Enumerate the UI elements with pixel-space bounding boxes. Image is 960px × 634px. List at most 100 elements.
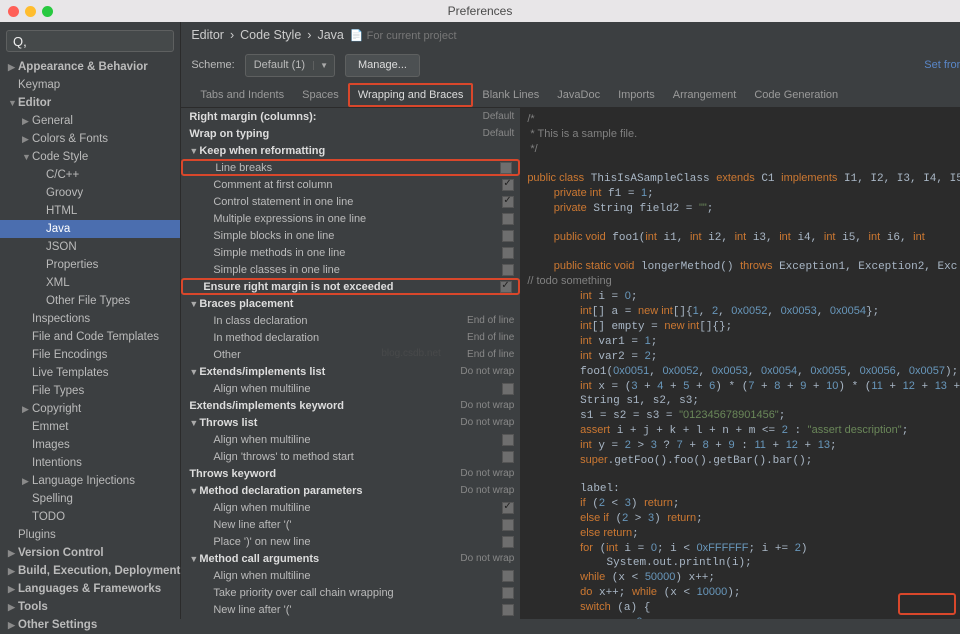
- window-controls: [8, 6, 53, 17]
- option-ensure-right-margin-is-not-exceeded[interactable]: Ensure right margin is not exceeded: [181, 278, 520, 295]
- maximize-icon[interactable]: [42, 6, 53, 17]
- option-multiple-expressions-in-one-line[interactable]: Multiple expressions in one line: [181, 210, 520, 227]
- sidebar-item-json[interactable]: JSON: [0, 238, 180, 256]
- option-align-throws-to-method-start[interactable]: Align 'throws' to method start: [181, 448, 520, 465]
- option-take-priority-over-call-chain-wrapping[interactable]: Take priority over call chain wrapping: [181, 584, 520, 601]
- option-new-line-after-[interactable]: New line after '(': [181, 601, 520, 618]
- checkbox[interactable]: [502, 570, 514, 582]
- checkbox[interactable]: [502, 230, 514, 242]
- sidebar-item-groovy[interactable]: Groovy: [0, 184, 180, 202]
- tab-spaces[interactable]: Spaces: [293, 84, 348, 106]
- chevron-down-icon: ▼: [313, 61, 334, 70]
- sidebar-item-other-file-types[interactable]: Other File Types: [0, 292, 180, 310]
- option-simple-blocks-in-one-line[interactable]: Simple blocks in one line: [181, 227, 520, 244]
- close-icon[interactable]: [8, 6, 19, 17]
- option-align-when-multiline[interactable]: Align when multiline: [181, 499, 520, 516]
- code-preview: /* * This is a sample file. */ public cl…: [521, 108, 960, 619]
- tab-imports[interactable]: Imports: [609, 84, 664, 106]
- option-control-statement-in-one-line[interactable]: Control statement in one line: [181, 193, 520, 210]
- scheme-row: Scheme: Default (1) ▼ Manage... Set from…: [181, 48, 960, 82]
- sidebar-item-java[interactable]: Java: [0, 220, 180, 238]
- checkbox[interactable]: [502, 536, 514, 548]
- sidebar-item-file-encodings[interactable]: File Encodings: [0, 346, 180, 364]
- sidebar-item-editor[interactable]: ▼Editor: [0, 94, 180, 112]
- option-place-on-new-line[interactable]: Place ')' on new line: [181, 533, 520, 550]
- checkbox[interactable]: [502, 264, 514, 276]
- option-in-class-declaration: In class declarationEnd of line: [181, 312, 520, 329]
- checkbox[interactable]: [500, 162, 512, 174]
- sidebar-item-appearance-behavior[interactable]: ▶Appearance & Behavior: [0, 58, 180, 76]
- sidebar-item-html[interactable]: HTML: [0, 202, 180, 220]
- checkbox[interactable]: [500, 281, 512, 293]
- sidebar-item-file-and-code-templates[interactable]: File and Code Templates: [0, 328, 180, 346]
- sidebar-item-version-control[interactable]: ▶Version Control: [0, 544, 180, 562]
- checkbox[interactable]: [502, 213, 514, 225]
- checkbox[interactable]: [502, 502, 514, 514]
- sidebar-item-language-injections[interactable]: ▶Language Injections: [0, 472, 180, 490]
- sidebar-item-properties[interactable]: Properties: [0, 256, 180, 274]
- checkbox[interactable]: [502, 587, 514, 599]
- option-keep-when-reformatting: ▼Keep when reformatting: [181, 142, 520, 159]
- scheme-select[interactable]: Default (1) ▼: [245, 54, 335, 77]
- sidebar-item-general[interactable]: ▶General: [0, 112, 180, 130]
- sidebar-item-colors-fonts[interactable]: ▶Colors & Fonts: [0, 130, 180, 148]
- sidebar-item-spelling[interactable]: Spelling: [0, 490, 180, 508]
- sidebar-item-c-c-[interactable]: C/C++: [0, 166, 180, 184]
- titlebar: Preferences: [0, 0, 960, 22]
- option-method-declaration-parameters: ▼Method declaration parametersDo not wra…: [181, 482, 520, 499]
- set-from-link[interactable]: Set from...: [924, 59, 960, 71]
- option-new-line-after-[interactable]: New line after '(': [181, 516, 520, 533]
- sidebar-item-build-execution-deployment[interactable]: ▶Build, Execution, Deployment: [0, 562, 180, 580]
- option-wrap-on-typing: Wrap on typingDefault: [181, 125, 520, 142]
- breadcrumb-b: Code Style: [240, 28, 301, 42]
- checkbox[interactable]: [502, 604, 514, 616]
- sidebar: ▶Appearance & BehaviorKeymap▼Editor▶Gene…: [0, 22, 181, 619]
- minimize-icon[interactable]: [25, 6, 36, 17]
- option-comment-at-first-column[interactable]: Comment at first column: [181, 176, 520, 193]
- tab-code-generation[interactable]: Code Generation: [745, 84, 847, 106]
- option-in-method-declaration: In method declarationEnd of line: [181, 329, 520, 346]
- sidebar-item-code-style[interactable]: ▼Code Style: [0, 148, 180, 166]
- option-right-margin-columns-: Right margin (columns):Default: [181, 108, 520, 125]
- option-align-when-multiline[interactable]: Align when multiline: [181, 431, 520, 448]
- breadcrumb-c: Java: [317, 28, 343, 42]
- sidebar-item-intentions[interactable]: Intentions: [0, 454, 180, 472]
- checkbox[interactable]: [502, 179, 514, 191]
- breadcrumb: Editor › Code Style › Java 📄 For current…: [181, 22, 960, 48]
- checkbox[interactable]: [502, 196, 514, 208]
- checkbox[interactable]: [502, 519, 514, 531]
- tab-wrapping-and-braces[interactable]: Wrapping and Braces: [348, 83, 474, 107]
- sidebar-item-images[interactable]: Images: [0, 436, 180, 454]
- sidebar-item-keymap[interactable]: Keymap: [0, 76, 180, 94]
- sidebar-item-emmet[interactable]: Emmet: [0, 418, 180, 436]
- checkbox[interactable]: [502, 434, 514, 446]
- option-extends-implements-keyword: Extends/implements keywordDo not wrap: [181, 397, 520, 414]
- checkbox[interactable]: [502, 247, 514, 259]
- option-align-when-multiline[interactable]: Align when multiline: [181, 380, 520, 397]
- search-input[interactable]: [6, 30, 174, 52]
- checkbox[interactable]: [502, 383, 514, 395]
- option-simple-methods-in-one-line[interactable]: Simple methods in one line: [181, 244, 520, 261]
- sidebar-item-todo[interactable]: TODO: [0, 508, 180, 526]
- options-panel: blog.csdb.net Right margin (columns):Def…: [181, 108, 521, 619]
- option-line-breaks[interactable]: Line breaks: [181, 159, 520, 176]
- tab-arrangement[interactable]: Arrangement: [664, 84, 746, 106]
- content-pane: Editor › Code Style › Java 📄 For current…: [181, 22, 960, 619]
- sidebar-item-live-templates[interactable]: Live Templates: [0, 364, 180, 382]
- sidebar-item-languages-frameworks[interactable]: ▶Languages & Frameworks: [0, 580, 180, 598]
- tab-javadoc[interactable]: JavaDoc: [548, 84, 609, 106]
- option-align-when-multiline[interactable]: Align when multiline: [181, 567, 520, 584]
- checkbox[interactable]: [502, 451, 514, 463]
- sidebar-item-plugins[interactable]: Plugins: [0, 526, 180, 544]
- sidebar-item-tools[interactable]: ▶Tools: [0, 598, 180, 616]
- tab-blank-lines[interactable]: Blank Lines: [473, 84, 548, 106]
- option-other: OtherEnd of line: [181, 346, 520, 363]
- tabs: Tabs and IndentsSpacesWrapping and Brace…: [181, 82, 960, 108]
- sidebar-item-copyright[interactable]: ▶Copyright: [0, 400, 180, 418]
- sidebar-item-xml[interactable]: XML: [0, 274, 180, 292]
- option-simple-classes-in-one-line[interactable]: Simple classes in one line: [181, 261, 520, 278]
- manage-button[interactable]: Manage...: [345, 54, 420, 77]
- tab-tabs-and-indents[interactable]: Tabs and Indents: [191, 84, 293, 106]
- sidebar-item-inspections[interactable]: Inspections: [0, 310, 180, 328]
- sidebar-item-file-types[interactable]: File Types: [0, 382, 180, 400]
